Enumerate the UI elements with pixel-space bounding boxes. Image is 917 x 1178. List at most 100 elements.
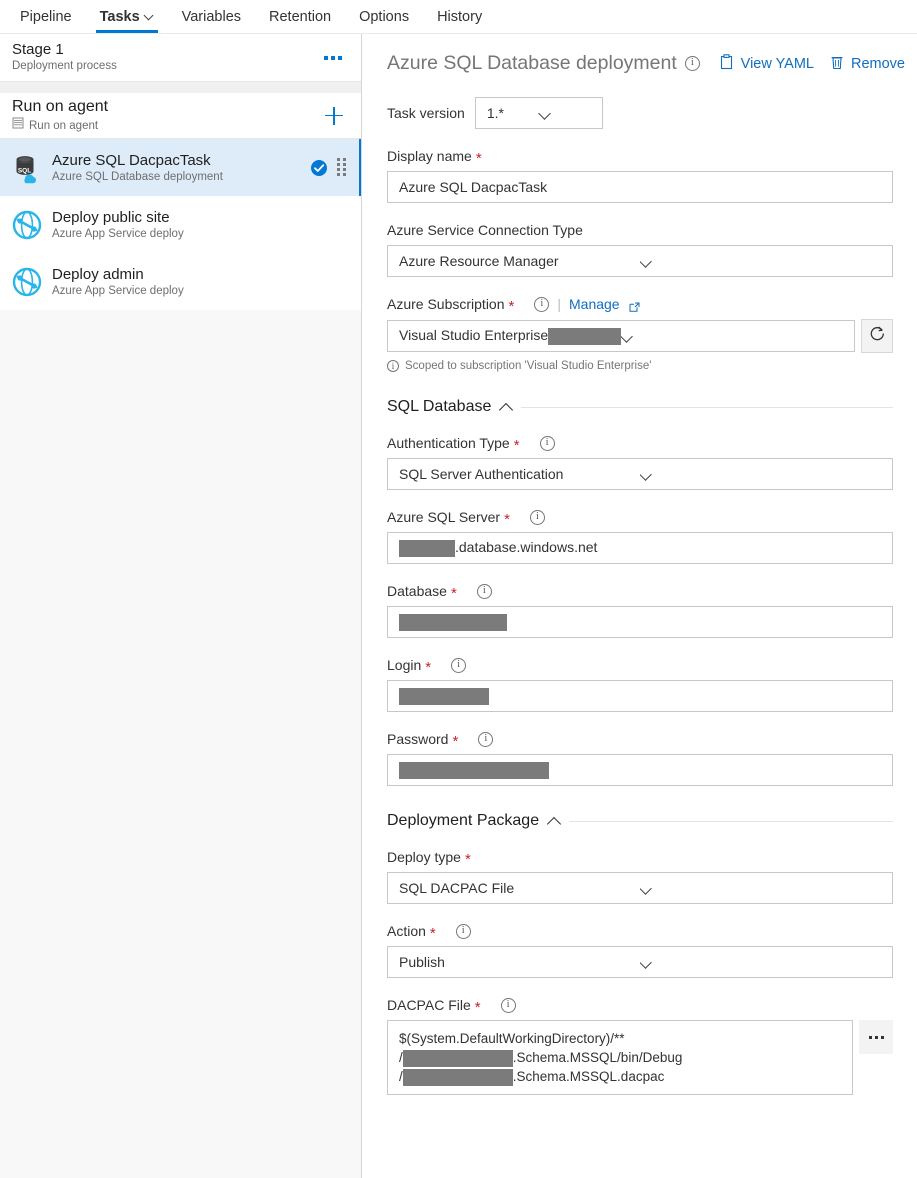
redacted-value <box>548 327 621 345</box>
tab-options-label: Options <box>359 8 410 25</box>
stage-header[interactable]: Stage 1 Deployment process <box>0 34 361 82</box>
database-field: Database * i <box>387 582 893 638</box>
action-label-row: Action * i <box>387 922 893 942</box>
action-select[interactable]: Publish <box>387 946 893 978</box>
connection-type-label-row: Azure Service Connection Type <box>387 221 893 239</box>
phase-subtitle-label: Run on agent <box>29 119 99 132</box>
auth-type-label-row: Authentication Type * i <box>387 434 893 454</box>
sql-server-label-row: Azure SQL Server * i <box>387 508 893 528</box>
task-drag-handle-icon[interactable] <box>337 157 347 178</box>
action-value: Publish <box>399 954 445 970</box>
required-marker: * <box>504 511 510 528</box>
auth-type-value: SQL Server Authentication <box>399 466 564 482</box>
password-input[interactable] <box>387 754 893 786</box>
phase-header-texts: Run on agent Run on agent <box>12 97 321 134</box>
tab-pipeline-label: Pipeline <box>20 8 72 25</box>
info-icon[interactable]: i <box>500 997 516 1013</box>
tab-history-label: History <box>437 8 483 25</box>
redacted-value <box>399 539 455 557</box>
connection-type-field: Azure Service Connection Type Azure Reso… <box>387 221 893 277</box>
task-detail-header: Azure SQL Database deployment i View YAM… <box>363 34 917 75</box>
display-name-input[interactable]: Azure SQL DacpacTask <box>387 171 893 203</box>
info-icon[interactable]: i <box>476 583 492 599</box>
task-tree-sidebar: Stage 1 Deployment process Run on agent <box>0 34 362 1178</box>
connection-type-value: Azure Resource Manager <box>399 253 559 269</box>
chevron-up-icon[interactable] <box>499 400 513 414</box>
required-marker: * <box>429 925 436 942</box>
required-marker: * <box>452 733 459 750</box>
task-list-item-deploy-public-site[interactable]: Deploy public site Azure App Service dep… <box>0 196 361 253</box>
redacted-value <box>402 1049 513 1067</box>
info-icon[interactable]: i <box>451 657 467 673</box>
sql-server-input[interactable]: .database.windows.net <box>387 532 893 564</box>
browse-dacpac-file-button[interactable] <box>859 1020 893 1054</box>
subscription-label: Azure Subscription <box>387 296 505 312</box>
task-settings-form: Task version 1.* Display name * Azure SQ… <box>363 97 917 1119</box>
refresh-subscriptions-button[interactable] <box>861 319 893 353</box>
connection-type-select[interactable]: Azure Resource Manager <box>387 245 893 277</box>
ellipsis-dot-icon <box>868 1035 872 1039</box>
manage-link[interactable]: Manage <box>569 295 620 313</box>
deploy-type-field: Deploy type * SQL DACPAC File <box>387 848 893 904</box>
display-name-value: Azure SQL DacpacTask <box>399 179 548 195</box>
phase-header[interactable]: Run on agent Run on agent <box>0 82 361 139</box>
dacpac-file-line-2: / .Schema.MSSQL/bin/Debug <box>399 1048 842 1067</box>
info-icon[interactable]: i <box>455 923 471 939</box>
info-icon[interactable]: i <box>529 509 545 525</box>
subscription-input-row: Visual Studio Enterprise <box>387 319 893 353</box>
tab-pipeline[interactable]: Pipeline <box>6 0 86 33</box>
view-yaml-label: View YAML <box>740 55 814 72</box>
view-yaml-button[interactable]: View YAML <box>719 53 814 74</box>
task-list-item-deploy-admin[interactable]: Deploy admin Azure App Service deploy <box>0 253 361 310</box>
auth-type-select[interactable]: SQL Server Authentication <box>387 458 893 490</box>
action-field: Action * i Publish <box>387 922 893 978</box>
add-task-button[interactable] <box>321 103 347 129</box>
svg-text:SQL: SQL <box>18 167 31 174</box>
info-icon[interactable]: i <box>478 731 494 747</box>
task-version-row: Task version 1.* <box>387 97 893 129</box>
task-list-item-texts: Deploy public site Azure App Service dep… <box>52 208 353 242</box>
dacpac-file-field: DACPAC File * i $(System.DefaultWorkingD… <box>387 996 893 1095</box>
section-sql-database[interactable]: SQL Database <box>387 398 893 416</box>
tab-variables[interactable]: Variables <box>168 0 255 33</box>
task-version-select[interactable]: 1.* <box>474 97 603 129</box>
remove-button[interactable]: Remove <box>830 54 905 74</box>
page-title: Azure SQL Database deployment <box>387 52 677 74</box>
info-icon[interactable]: i <box>684 56 700 71</box>
required-marker: * <box>474 999 481 1016</box>
login-field: Login * i <box>387 656 893 712</box>
chevron-down-icon <box>640 882 881 895</box>
tab-history[interactable]: History <box>423 0 496 33</box>
database-label: Database <box>387 583 447 599</box>
dacpac-file-input[interactable]: $(System.DefaultWorkingDirectory)/** / .S… <box>387 1020 853 1095</box>
dacpac-file-line-3-suffix: .Schema.MSSQL.dacpac <box>512 1069 665 1084</box>
chevron-up-icon[interactable] <box>547 814 561 828</box>
section-deployment-package[interactable]: Deployment Package <box>387 812 893 830</box>
login-input[interactable] <box>387 680 893 712</box>
subscription-scope-note: i Scoped to subscription 'Visual Studio … <box>387 360 893 372</box>
tab-tasks[interactable]: Tasks <box>86 0 168 33</box>
required-marker: * <box>513 437 520 454</box>
redacted-value <box>399 613 507 631</box>
subscription-select[interactable]: Visual Studio Enterprise <box>387 320 855 352</box>
chevron-down-icon <box>640 956 881 969</box>
refresh-icon <box>869 325 886 347</box>
ellipsis-dot-icon <box>331 55 335 60</box>
database-input[interactable] <box>387 606 893 638</box>
info-icon[interactable]: i <box>534 296 550 312</box>
subscription-value-wrap: Visual Studio Enterprise <box>399 327 621 345</box>
task-name: Deploy admin <box>52 265 144 283</box>
stage-more-menu-button[interactable] <box>319 45 347 71</box>
action-label: Action <box>387 923 426 939</box>
chevron-down-icon <box>640 468 881 481</box>
tab-retention[interactable]: Retention <box>255 0 345 33</box>
deploy-type-select[interactable]: SQL DACPAC File <box>387 872 893 904</box>
connection-type-label: Azure Service Connection Type <box>387 222 583 238</box>
redacted-value <box>399 761 549 779</box>
task-list-item-azure-sql-dacpactask[interactable]: SQL Azure SQL DacpacTask Azure SQL Datab… <box>0 139 361 196</box>
info-icon[interactable]: i <box>539 435 555 451</box>
task-enabled-check-icon[interactable] <box>310 159 328 177</box>
password-value-wrap <box>399 761 884 779</box>
task-description: Azure App Service deploy <box>52 284 184 297</box>
tab-options[interactable]: Options <box>345 0 423 33</box>
